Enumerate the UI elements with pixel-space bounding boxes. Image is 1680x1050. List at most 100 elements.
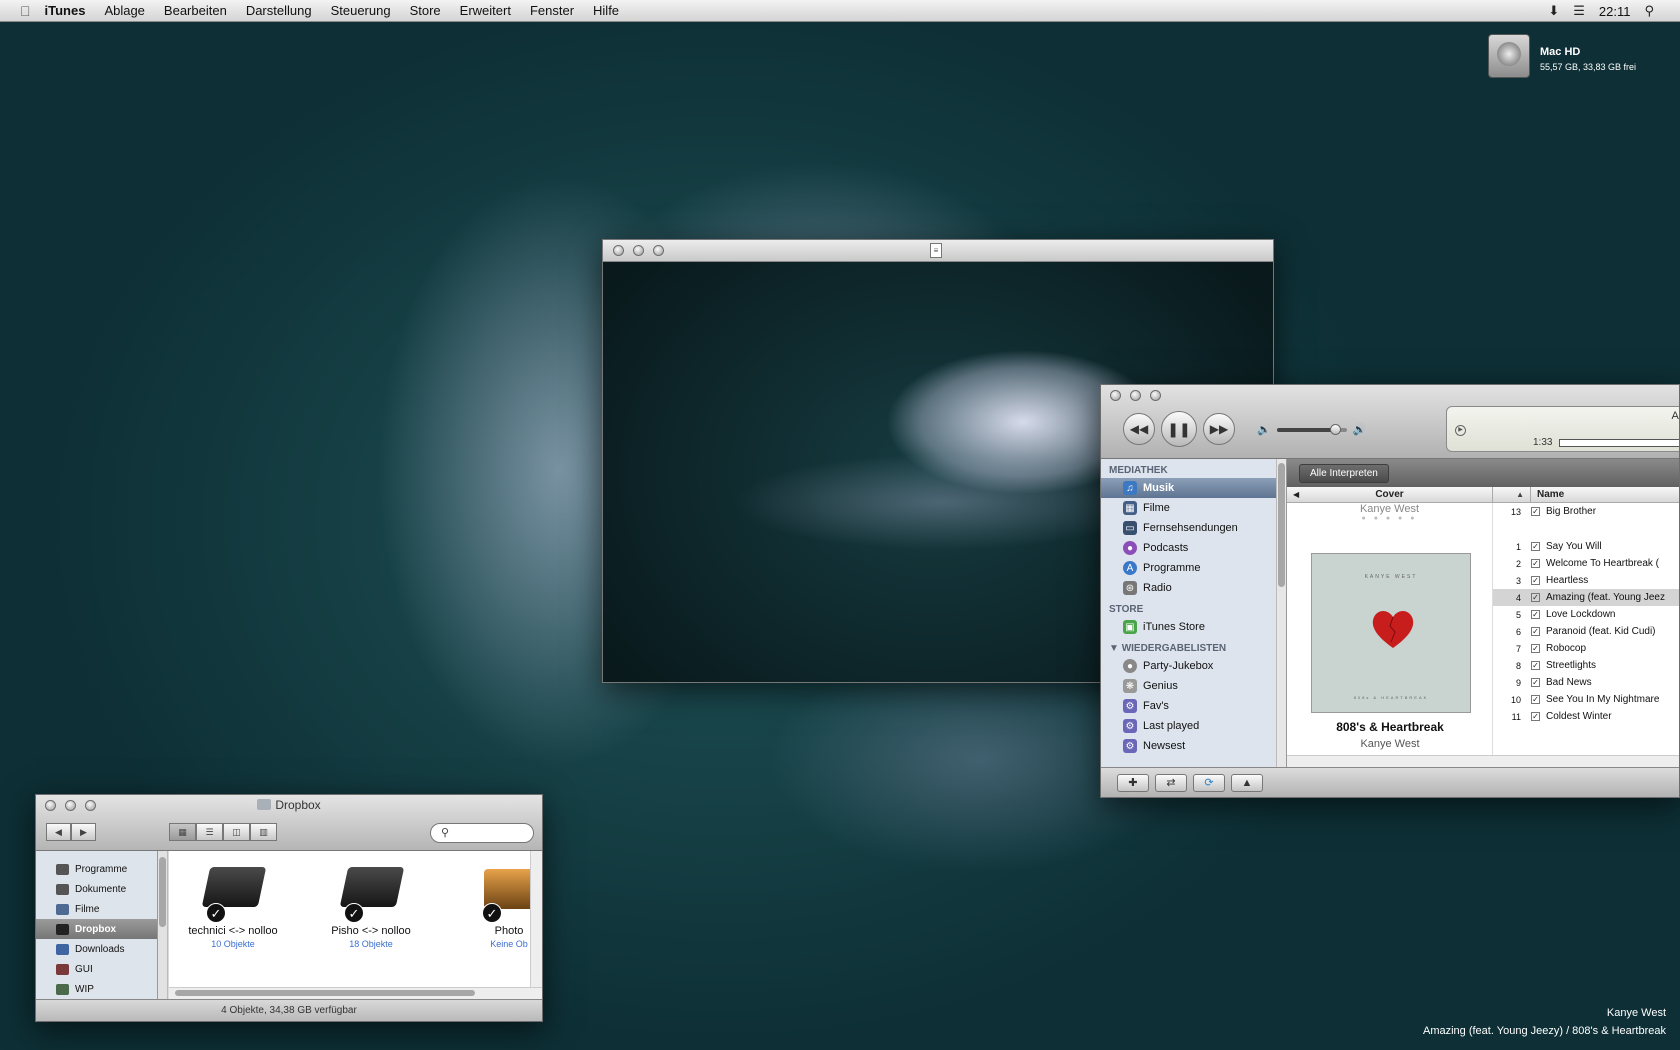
close-button[interactable]	[613, 245, 624, 256]
list-view-button[interactable]: ☰	[196, 823, 223, 841]
pause-button[interactable]: ❚❚	[1161, 411, 1197, 447]
column-header-number[interactable]: ▲	[1493, 487, 1531, 502]
sidebar-item-programme[interactable]: Programme	[36, 859, 157, 879]
repeat-button[interactable]: ⟳	[1193, 773, 1225, 792]
track-row[interactable]: 10 ✓ See You In My Nightmare	[1493, 691, 1679, 708]
icon-view-button[interactable]: ▦	[169, 823, 196, 841]
sidebar-item-itunes-store[interactable]: ▣ iTunes Store	[1101, 617, 1286, 637]
track-checkbox[interactable]: ✓	[1531, 661, 1540, 670]
sidebar-item-downloads[interactable]: Downloads	[36, 939, 157, 959]
zoom-button[interactable]	[1150, 390, 1161, 401]
sidebar-item-dropbox[interactable]: Dropbox	[36, 919, 157, 939]
album-cover-art[interactable]: KANYE WEST 808s & HEARTBREAK	[1311, 553, 1471, 713]
sidebar-item-newsest[interactable]: ⚙ Newsest	[1101, 736, 1286, 756]
collapse-arrow-icon[interactable]: ◀	[1293, 487, 1299, 502]
back-button[interactable]: ◀	[46, 823, 71, 841]
column-header-cover[interactable]: ◀ Cover	[1287, 487, 1493, 502]
menu-bearbeiten[interactable]: Bearbeiten	[164, 3, 227, 18]
column-view-button[interactable]: ◫	[223, 823, 250, 841]
file-item[interactable]: ✓ Pisho <-> nolloo 18 Objekte	[307, 863, 435, 949]
menu-hilfe[interactable]: Hilfe	[593, 3, 619, 18]
preview-title-bar[interactable]: ≡	[603, 240, 1273, 262]
track-row[interactable]: 3 ✓ Heartless	[1493, 572, 1679, 589]
all-artists-button[interactable]: Alle Interpreten	[1299, 463, 1389, 483]
content-horizontal-scrollbar[interactable]	[1287, 755, 1679, 767]
finder-horizontal-scroll-thumb[interactable]	[175, 990, 475, 996]
show-artwork-button[interactable]: ▲	[1231, 773, 1263, 792]
menu-steuerung[interactable]: Steuerung	[331, 3, 391, 18]
menu-ablage[interactable]: Ablage	[104, 3, 144, 18]
spotlight-search-icon[interactable]: ⚲	[1644, 3, 1654, 19]
previous-track-button[interactable]: ◀◀	[1123, 413, 1155, 445]
track-row[interactable]: 7 ✓ Robocop	[1493, 640, 1679, 657]
track-row[interactable]: 1 ✓ Say You Will	[1493, 538, 1679, 555]
sidebar-item-radio[interactable]: ⊛ Radio	[1101, 578, 1286, 598]
track-row[interactable]: 2 ✓ Welcome To Heartbreak (	[1493, 555, 1679, 572]
track-row[interactable]: 6 ✓ Paranoid (feat. Kid Cudi)	[1493, 623, 1679, 640]
menu-fenster[interactable]: Fenster	[530, 3, 574, 18]
track-checkbox[interactable]: ✓	[1531, 593, 1540, 602]
rating-stars[interactable]: ● ● ● ● ●	[1287, 515, 1492, 522]
sidebar-item-gui[interactable]: GUI	[36, 959, 157, 979]
track-checkbox[interactable]: ✓	[1531, 678, 1540, 687]
sidebar-item-fernsehsendungen[interactable]: ▭ Fernsehsendungen	[1101, 518, 1286, 538]
sidebar-item-filme[interactable]: Filme	[36, 899, 157, 919]
column-header-name[interactable]: Name	[1531, 487, 1564, 502]
sidebar-item-dokumente[interactable]: Dokumente	[36, 879, 157, 899]
sidebar-item-filme[interactable]: ▦ Filme	[1101, 498, 1286, 518]
sidebar-heading-playlists[interactable]: ▼ WIEDERGABELISTEN	[1101, 637, 1286, 656]
track-checkbox[interactable]: ✓	[1531, 627, 1540, 636]
wifi-icon[interactable]: ☰	[1573, 3, 1585, 19]
menu-app-itunes[interactable]: iTunes	[45, 3, 86, 18]
volume-knob[interactable]	[1330, 423, 1342, 435]
track-checkbox[interactable]: ✓	[1531, 644, 1540, 653]
sidebar-item-last-played[interactable]: ⚙ Last played	[1101, 716, 1286, 736]
file-item[interactable]: ✓ technici <-> nolloo 10 Objekte	[169, 863, 297, 949]
display-mode-icon[interactable]: ▶	[1455, 425, 1466, 436]
shuffle-button[interactable]: ⇄	[1155, 773, 1187, 792]
finder-sidebar-scrollbar[interactable]	[158, 851, 168, 999]
track-checkbox[interactable]: ✓	[1531, 610, 1540, 619]
track-checkbox[interactable]: ✓	[1531, 507, 1540, 516]
menu-erweitert[interactable]: Erweitert	[460, 3, 511, 18]
zoom-button[interactable]	[653, 245, 664, 256]
desktop-disk-mac-hd[interactable]: Mac HD 55,57 GB, 33,83 GB frei	[1488, 34, 1636, 78]
hard-disk-icon[interactable]	[1488, 34, 1530, 78]
sidebar-item-party-jukebox[interactable]: ● Party-Jukebox	[1101, 656, 1286, 676]
finder-horizontal-scrollbar[interactable]	[169, 987, 542, 999]
coverflow-view-button[interactable]: ▥	[250, 823, 277, 841]
next-track-button[interactable]: ▶▶	[1203, 413, 1235, 445]
sidebar-item-wip[interactable]: WIP	[36, 979, 157, 999]
volume-slider[interactable]	[1276, 423, 1347, 435]
sidebar-item-podcasts[interactable]: ● Podcasts	[1101, 538, 1286, 558]
track-row[interactable]: 8 ✓ Streetlights	[1493, 657, 1679, 674]
apple-menu-icon[interactable]: 	[20, 3, 31, 19]
finder-sidebar-scroll-thumb[interactable]	[159, 857, 166, 927]
track-row[interactable]: 13 ✓ Big Brother	[1493, 503, 1679, 520]
now-playing-display[interactable]: ▶ An 1:33	[1446, 406, 1679, 452]
menubar-clock[interactable]: 22:11	[1599, 4, 1631, 19]
minimize-button[interactable]	[1130, 390, 1141, 401]
sidebar-item-favs[interactable]: ⚙ Fav's	[1101, 696, 1286, 716]
menu-store[interactable]: Store	[410, 3, 441, 18]
sidebar-scroll-thumb[interactable]	[1278, 463, 1285, 587]
sidebar-scrollbar[interactable]	[1276, 459, 1286, 767]
sidebar-item-musik[interactable]: ♫ Musik	[1101, 478, 1286, 498]
track-checkbox[interactable]: ✓	[1531, 712, 1540, 721]
track-row[interactable]: 11 ✓ Coldest Winter	[1493, 708, 1679, 725]
close-button[interactable]	[1110, 390, 1121, 401]
menu-darstellung[interactable]: Darstellung	[246, 3, 312, 18]
file-item[interactable]: ✓ Photo Keine Ob	[445, 863, 542, 949]
track-checkbox[interactable]: ✓	[1531, 542, 1540, 551]
download-status-icon[interactable]: ⬇	[1548, 3, 1559, 19]
track-row[interactable]: 9 ✓ Bad News	[1493, 674, 1679, 691]
finder-vertical-scrollbar[interactable]	[530, 851, 542, 987]
track-checkbox[interactable]: ✓	[1531, 576, 1540, 585]
track-checkbox[interactable]: ✓	[1531, 695, 1540, 704]
progress-bar[interactable]	[1559, 439, 1679, 447]
add-playlist-button[interactable]: ✚	[1117, 773, 1149, 792]
track-row-now-playing[interactable]: 4 ✓ Amazing (feat. Young Jeez	[1493, 589, 1679, 606]
minimize-button[interactable]	[633, 245, 644, 256]
forward-button[interactable]: ▶	[71, 823, 96, 841]
sidebar-item-genius[interactable]: ❋ Genius	[1101, 676, 1286, 696]
